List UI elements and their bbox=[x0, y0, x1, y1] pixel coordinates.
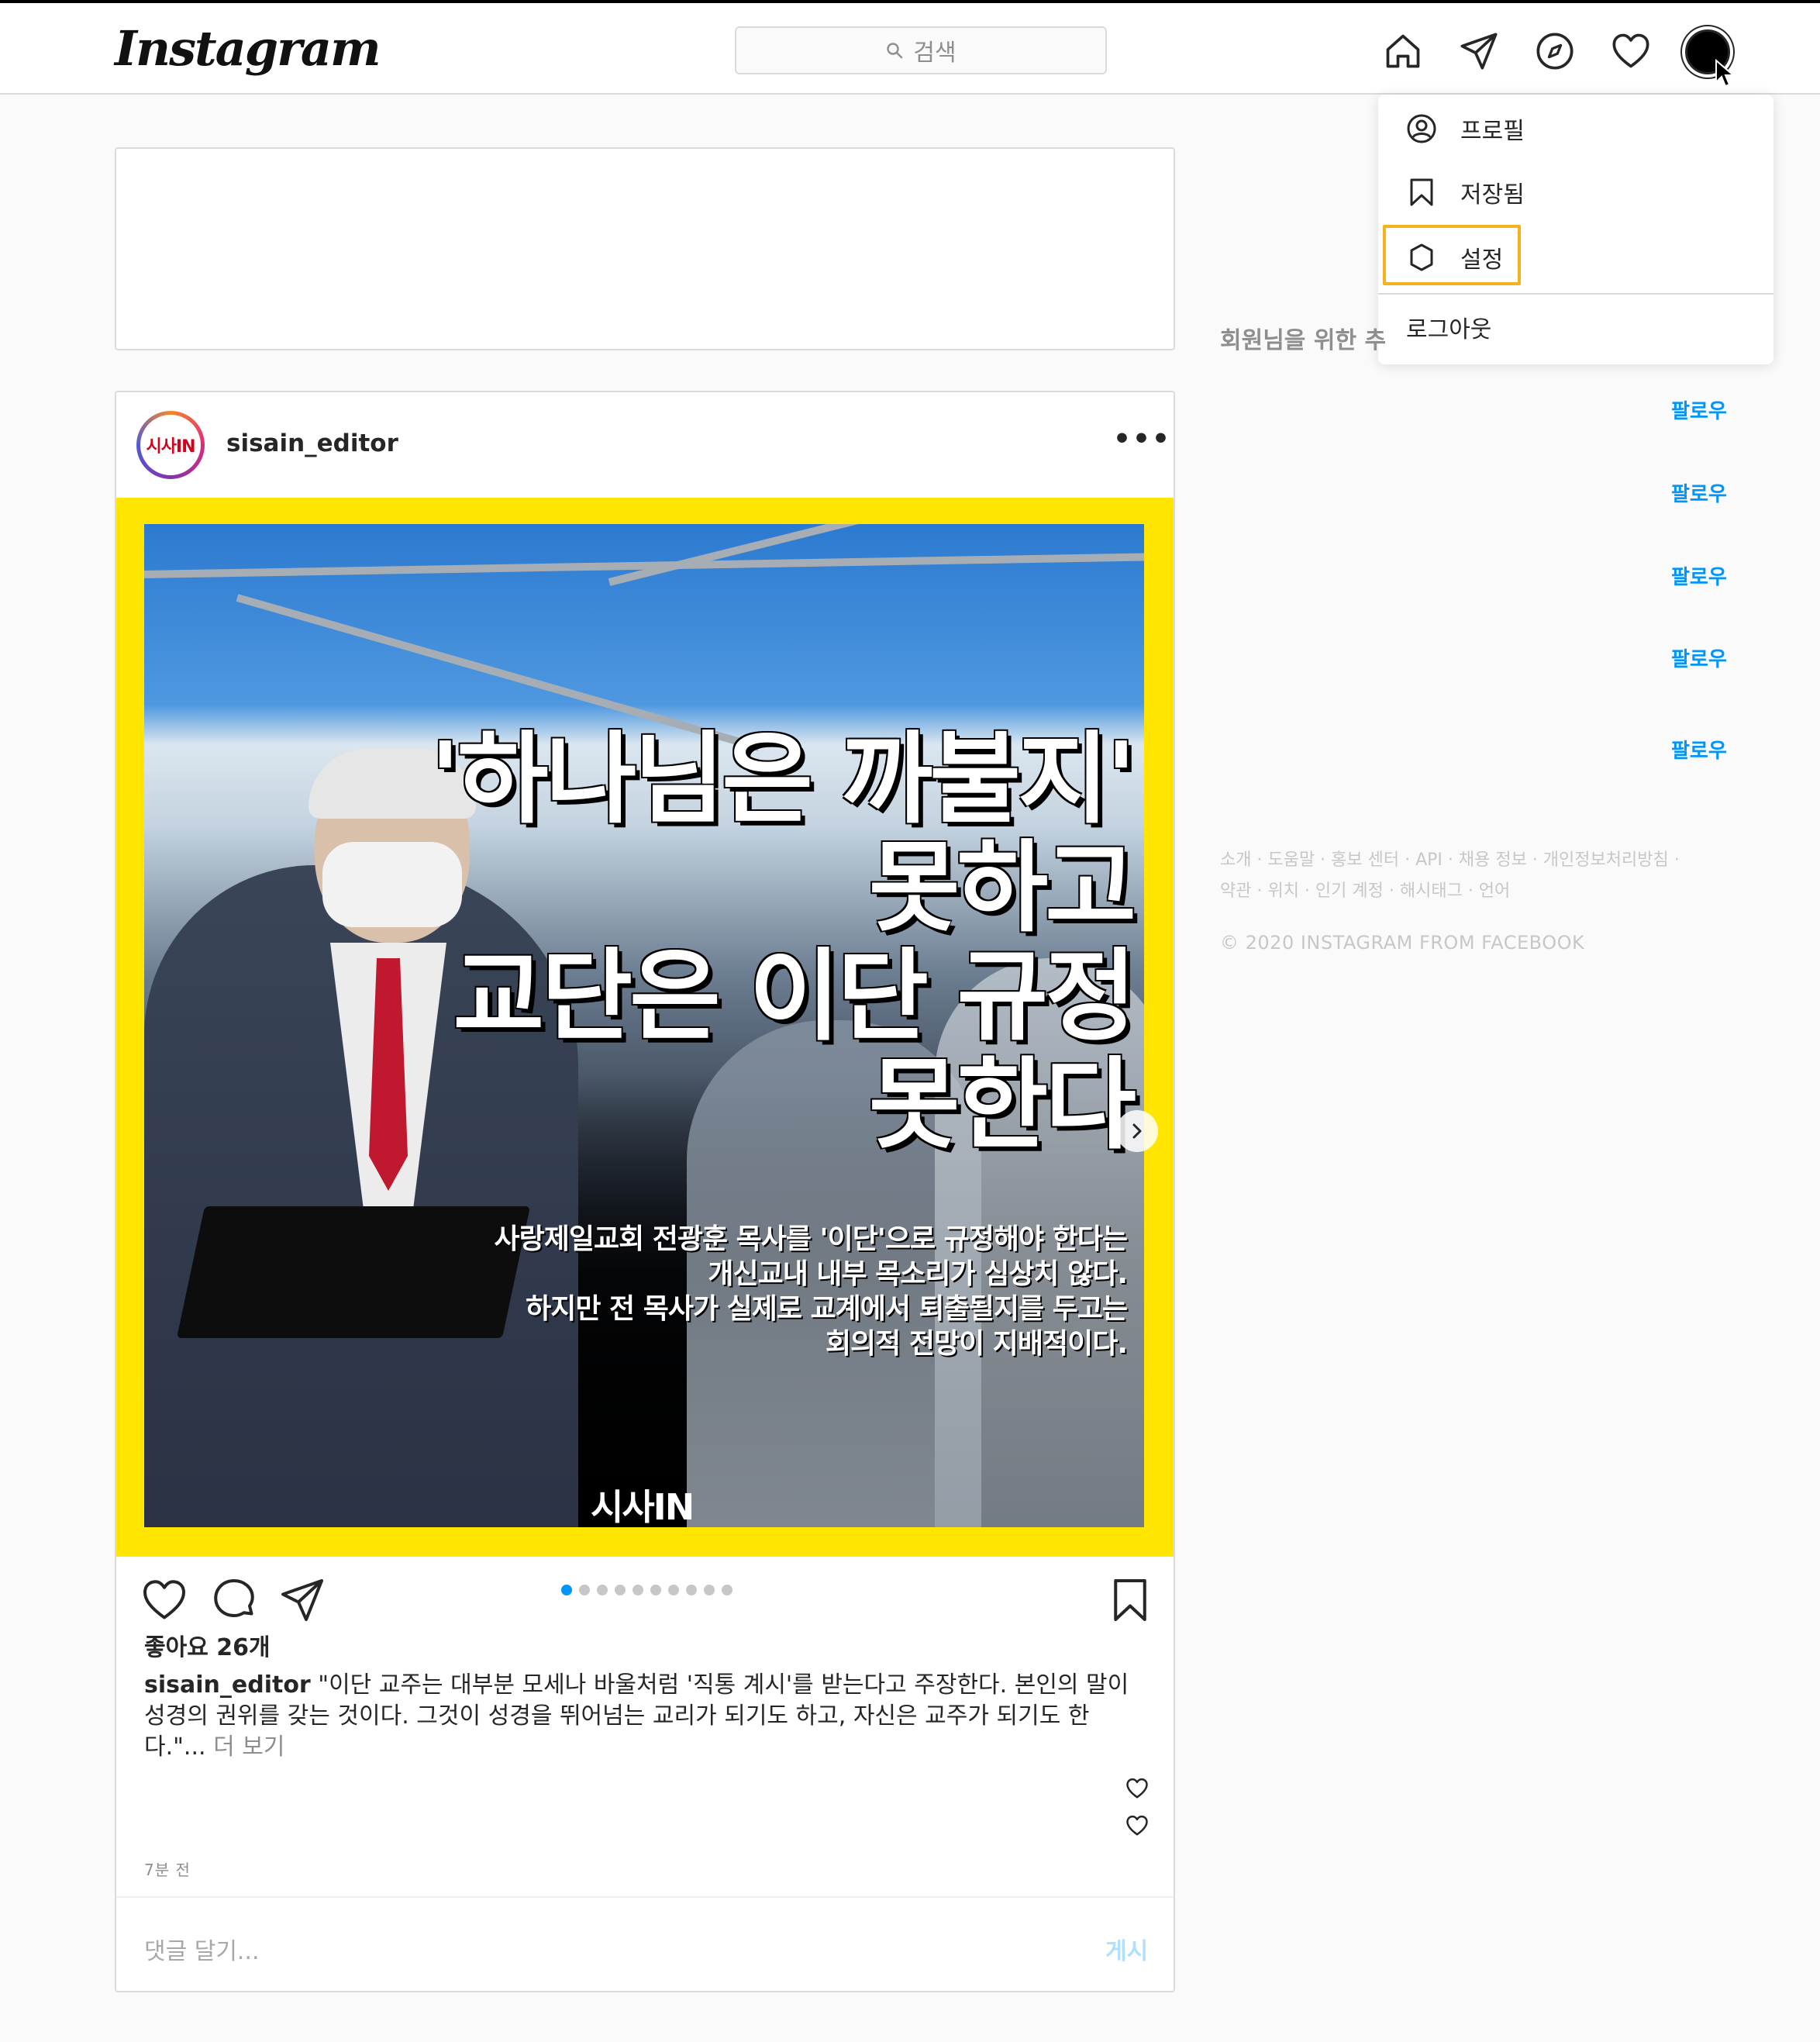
image-headline: '하나님은 까불지' 못하고 교단은 이단 규정 못한다 bbox=[429, 722, 1136, 1163]
carousel-dot bbox=[561, 1585, 572, 1595]
footer-links-line[interactable]: 소개 · 도움말 · 홍보 센터 · API · 채용 정보 · 개인정보처리방… bbox=[1220, 845, 1716, 876]
activity-heart-icon[interactable] bbox=[1609, 29, 1653, 73]
carousel-indicator bbox=[561, 1585, 732, 1595]
carousel-dot bbox=[633, 1585, 643, 1595]
image-subtext: 사랑제일교회 전광훈 목사를 '이단'으로 규정해야 한다는 개신교내 내부 목… bbox=[494, 1222, 1128, 1361]
carousel-dot bbox=[650, 1585, 661, 1595]
comment-like-heart-icon[interactable] bbox=[1125, 1814, 1149, 1837]
home-icon[interactable] bbox=[1381, 29, 1425, 73]
like-count[interactable]: 좋아요 26개 bbox=[144, 1628, 271, 1662]
headline-line: '하나님은 까불지' bbox=[429, 722, 1136, 837]
headline-line: 못한다 bbox=[868, 1047, 1136, 1163]
carousel-dot bbox=[686, 1585, 697, 1595]
comment-box: 댓글 달기... 게시 bbox=[116, 1896, 1174, 1992]
bookmark-icon bbox=[1410, 178, 1433, 206]
comment-input[interactable]: 댓글 달기... bbox=[144, 1932, 260, 1966]
menu-item-profile-label: 프로필 bbox=[1460, 118, 1525, 145]
top-navigation-bar: Instagram 검색 bbox=[0, 0, 1820, 95]
instagram-logo[interactable]: Instagram bbox=[115, 20, 381, 77]
post-timestamp[interactable]: 7분 전 bbox=[144, 1857, 191, 1880]
explore-compass-icon[interactable] bbox=[1533, 29, 1577, 73]
stories-tray bbox=[115, 147, 1175, 350]
subtext-line: 사랑제일교회 전광훈 목사를 '이단'으로 규정해야 한다는 bbox=[494, 1223, 1128, 1255]
post-comment-button[interactable]: 게시 bbox=[1105, 1932, 1148, 1966]
footer-links: 소개 · 도움말 · 홍보 센터 · API · 채용 정보 · 개인정보처리방… bbox=[1220, 845, 1716, 907]
copyright: © 2020 INSTAGRAM FROM FACEBOOK bbox=[1220, 932, 1585, 954]
follow-button[interactable]: 팔로우 bbox=[1671, 561, 1727, 590]
search-placeholder: 검색 bbox=[913, 40, 957, 67]
post-caption: sisain_editor "이단 교주는 대부분 모세나 바울처럼 '직통 계… bbox=[144, 1670, 1152, 1763]
carousel-next-button[interactable] bbox=[1116, 1110, 1158, 1152]
headline-line: 못하고 bbox=[868, 830, 1136, 946]
menu-item-saved-label: 저장됨 bbox=[1460, 181, 1525, 209]
footer-links-line[interactable]: 약관 · 위치 · 인기 계정 · 해시태그 · 언어 bbox=[1220, 876, 1716, 907]
music-stand bbox=[176, 1206, 531, 1338]
post-author-avatar-logo: 시사IN bbox=[140, 415, 201, 475]
subtext-line: 하지만 전 목사가 실제로 교계에서 퇴출될지를 두고는 bbox=[526, 1293, 1128, 1325]
image-brand-logo: 시사IN bbox=[591, 1486, 695, 1527]
settings-highlight-box bbox=[1383, 225, 1521, 285]
mouse-cursor-icon bbox=[1715, 59, 1735, 88]
post-media[interactable]: '하나님은 까불지' 못하고 교단은 이단 규정 못한다 사랑제일교회 전광훈 … bbox=[116, 498, 1174, 1557]
carousel-dot bbox=[597, 1585, 608, 1595]
share-send-icon[interactable] bbox=[279, 1577, 326, 1623]
direct-message-icon[interactable] bbox=[1457, 29, 1501, 73]
post-photo: '하나님은 까불지' 못하고 교단은 이단 규정 못한다 사랑제일교회 전광훈 … bbox=[144, 524, 1144, 1527]
subtext-line: 개신교내 내부 목소리가 심상치 않다. bbox=[708, 1258, 1128, 1290]
post-author-avatar[interactable]: 시사IN bbox=[136, 411, 205, 479]
post-header: 시사IN sisain_editor ••• bbox=[116, 392, 1174, 498]
menu-item-profile[interactable]: 프로필 bbox=[1406, 112, 1525, 146]
caption-username[interactable]: sisain_editor bbox=[144, 1671, 311, 1699]
menu-item-logout[interactable]: 로그아웃 bbox=[1406, 310, 1491, 344]
follow-button[interactable]: 팔로우 bbox=[1671, 643, 1727, 672]
search-input[interactable]: 검색 bbox=[735, 26, 1107, 74]
follow-button[interactable]: 팔로우 bbox=[1671, 478, 1727, 507]
post-more-options-icon[interactable]: ••• bbox=[1113, 423, 1171, 455]
menu-item-saved[interactable]: 저장됨 bbox=[1406, 175, 1525, 209]
search-icon bbox=[887, 43, 903, 59]
menu-item-logout-label: 로그아웃 bbox=[1406, 316, 1492, 343]
carousel-dot bbox=[615, 1585, 626, 1595]
post-author-username[interactable]: sisain_editor bbox=[226, 429, 398, 457]
carousel-dot bbox=[704, 1585, 715, 1595]
feed-post: 시사IN sisain_editor ••• '하나님은 까불지' 못하고 교단… bbox=[115, 391, 1175, 1992]
carousel-dot bbox=[579, 1585, 590, 1595]
save-bookmark-icon[interactable] bbox=[1107, 1577, 1153, 1623]
comment-bubble-icon[interactable] bbox=[211, 1577, 257, 1623]
follow-button[interactable]: 팔로우 bbox=[1671, 395, 1727, 424]
subtext-line: 회의적 전망이 지배적이다. bbox=[825, 1328, 1128, 1360]
follow-button[interactable]: 팔로우 bbox=[1671, 735, 1727, 764]
caption-more-link[interactable]: 더 보기 bbox=[206, 1733, 284, 1761]
post-action-bar bbox=[116, 1557, 1174, 1634]
chevron-right-icon bbox=[1132, 1123, 1142, 1139]
comment-like-heart-icon[interactable] bbox=[1125, 1777, 1149, 1800]
profile-circle-icon bbox=[1407, 114, 1436, 143]
menu-divider bbox=[1378, 293, 1773, 295]
like-heart-icon[interactable] bbox=[141, 1577, 188, 1623]
carousel-dot bbox=[668, 1585, 679, 1595]
suggestions-title: 회원님을 위한 추 bbox=[1220, 327, 1387, 354]
carousel-dot bbox=[722, 1585, 732, 1595]
headline-line: 교단은 이단 규정 bbox=[453, 939, 1136, 1054]
